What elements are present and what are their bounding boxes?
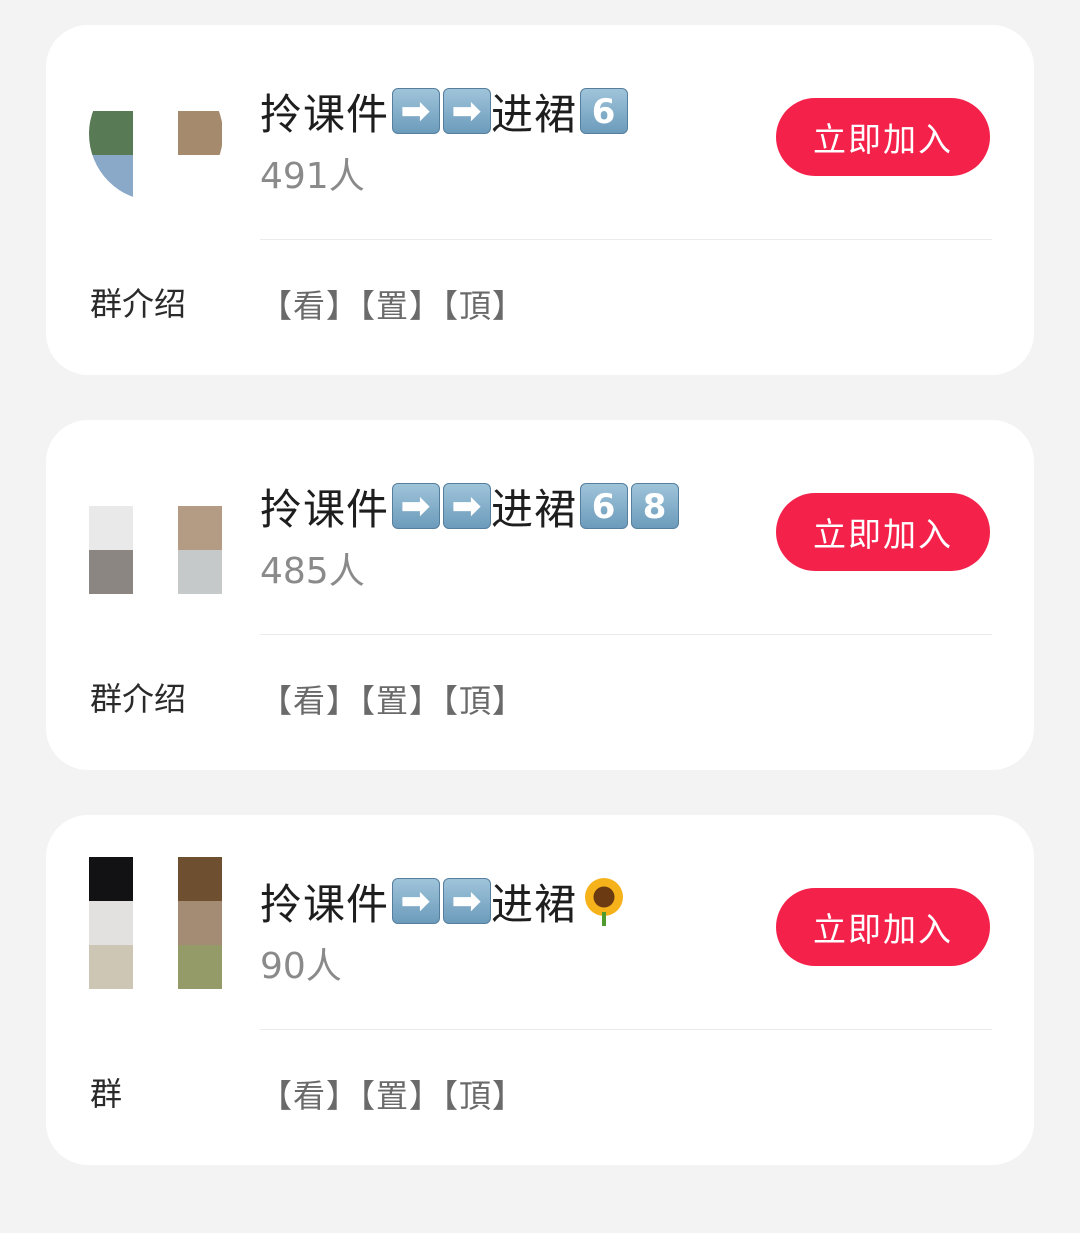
right-arrow-key-icon: ➡	[392, 483, 441, 529]
group-name-text: 拎课件	[260, 89, 390, 139]
group-name-text: 拎课件	[260, 484, 390, 534]
right-arrow-key-icon: ➡	[443, 878, 492, 924]
group-card[interactable]: 拎课件 ➡ ➡ 进裙 6 491人 立即加入 群介绍 【看】【置】【頂】	[46, 25, 1034, 375]
keycap-6-icon: 6	[580, 88, 629, 134]
group-name-text: 拎课件	[260, 879, 390, 929]
divider	[260, 239, 992, 240]
divider	[260, 634, 992, 635]
join-button[interactable]: 立即加入	[776, 888, 990, 966]
intro-label: 群介绍	[90, 285, 187, 323]
join-button[interactable]: 立即加入	[776, 493, 990, 571]
intro-label: 群	[90, 1075, 123, 1113]
intro-text: 【看】【置】【頂】	[260, 287, 526, 325]
intro-text: 【看】【置】【頂】	[260, 682, 526, 720]
member-count: 90人	[260, 946, 342, 987]
group-avatar[interactable]	[89, 462, 223, 596]
member-count: 485人	[260, 551, 365, 592]
group-card[interactable]: 拎课件 ➡ ➡ 进裙 90人 立即加入 群 【看】【置】【頂】	[46, 815, 1034, 1165]
right-arrow-key-icon: ➡	[392, 878, 441, 924]
join-button[interactable]: 立即加入	[776, 98, 990, 176]
sunflower-icon	[581, 876, 627, 926]
group-card[interactable]: 拎课件 ➡ ➡ 进裙 6 8 485人 立即加入 群介绍 【看】【置】【頂】	[46, 420, 1034, 770]
divider	[260, 1029, 992, 1030]
group-name: 拎课件 ➡ ➡ 进裙	[260, 873, 627, 929]
group-avatar[interactable]	[89, 67, 223, 201]
intro-text: 【看】【置】【頂】	[260, 1077, 526, 1115]
right-arrow-key-icon: ➡	[443, 88, 492, 134]
keycap-8-icon: 8	[631, 483, 680, 529]
group-name-suffix: 进裙	[491, 484, 578, 534]
group-name: 拎课件 ➡ ➡ 进裙 6 8	[260, 478, 680, 534]
group-name-suffix: 进裙	[491, 89, 578, 139]
right-arrow-key-icon: ➡	[392, 88, 441, 134]
group-name: 拎课件 ➡ ➡ 进裙 6	[260, 83, 629, 139]
right-arrow-key-icon: ➡	[443, 483, 492, 529]
keycap-6-icon: 6	[580, 483, 629, 529]
group-avatar[interactable]	[89, 857, 223, 991]
member-count: 491人	[260, 156, 365, 197]
group-name-suffix: 进裙	[491, 879, 578, 929]
intro-label: 群介绍	[90, 680, 187, 718]
